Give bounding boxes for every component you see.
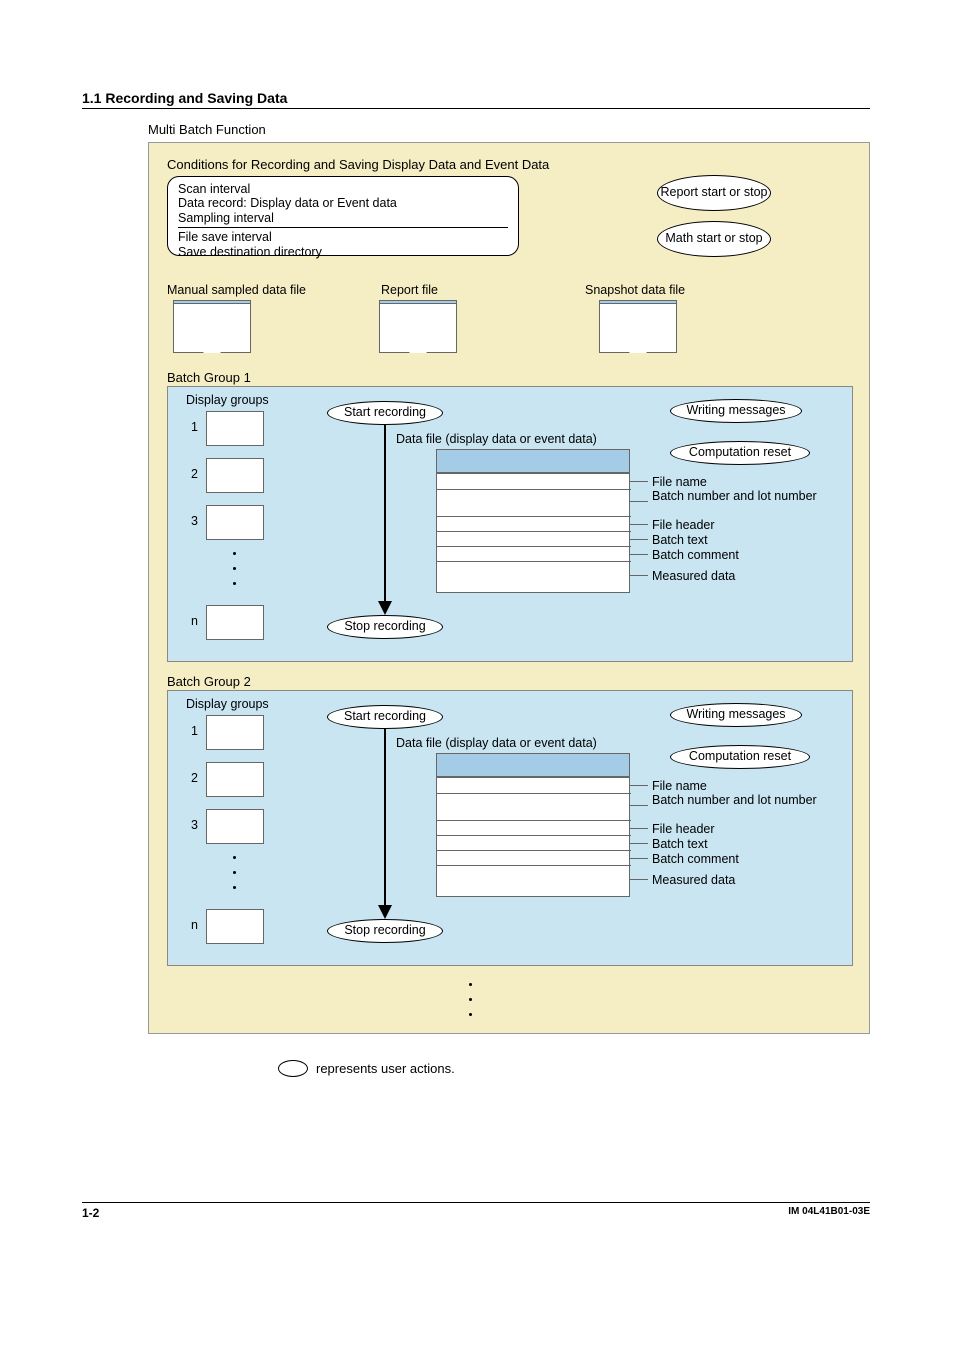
display-group-box <box>206 909 264 944</box>
divider <box>178 227 508 228</box>
file-item: Batch comment <box>652 852 739 866</box>
ellipse-start: Start recording <box>327 401 443 425</box>
dot <box>233 567 236 570</box>
arrow-head-icon <box>378 601 392 615</box>
display-group-box <box>206 411 264 446</box>
display-group-box <box>206 505 264 540</box>
file-manual-label: Manual sampled data file <box>167 283 306 297</box>
file-item: Measured data <box>652 873 735 887</box>
cond-l1: Scan interval <box>178 182 508 196</box>
dg-num: 3 <box>186 514 198 528</box>
ellipse-stop: Stop recording <box>327 615 443 639</box>
dot <box>233 886 236 889</box>
ellipse-report: Report start or stop <box>657 175 771 211</box>
data-file-label: Data file (display data or event data) <box>396 736 597 750</box>
conditions-box: Scan interval Data record: Display data … <box>167 176 519 256</box>
display-groups-label: Display groups <box>186 393 269 407</box>
file-report-label: Report file <box>381 283 438 297</box>
doc-id: IM 04L41B01-03E <box>788 1206 870 1220</box>
file-item: Batch text <box>652 533 708 547</box>
dot <box>233 871 236 874</box>
ellipse-writing: Writing messages <box>670 399 802 423</box>
dg-num: 1 <box>186 420 198 434</box>
file-item: File header <box>652 518 715 532</box>
dot <box>469 983 472 986</box>
file-item: Batch comment <box>652 548 739 562</box>
dot <box>233 552 236 555</box>
cond-l2: Data record: Display data or Event data <box>178 196 508 210</box>
ellipse-comp: Computation reset <box>670 745 810 769</box>
conditions-title: Conditions for Recording and Saving Disp… <box>167 157 549 172</box>
diagram-outer: Conditions for Recording and Saving Disp… <box>148 142 870 1034</box>
datafile-banner <box>436 449 630 473</box>
ellipse-stop: Stop recording <box>327 919 443 943</box>
arrow-head-icon <box>378 905 392 919</box>
dg-num: 1 <box>186 724 198 738</box>
ellipse-writing: Writing messages <box>670 703 802 727</box>
data-file-label: Data file (display data or event data) <box>396 432 597 446</box>
file-item: Measured data <box>652 569 735 583</box>
file-notch <box>409 343 427 353</box>
dot <box>233 582 236 585</box>
dot <box>469 1013 472 1016</box>
file-item: Batch number and lot number <box>652 793 817 807</box>
batch-group-title: Batch Group 2 <box>167 674 251 689</box>
display-group-box <box>206 809 264 844</box>
legend: represents user actions. <box>278 1060 455 1077</box>
cond-l4: File save interval <box>178 230 508 244</box>
file-item: Batch text <box>652 837 708 851</box>
ellipse-start: Start recording <box>327 705 443 729</box>
display-group-box <box>206 715 264 750</box>
file-notch <box>629 343 647 353</box>
ellipse-math: Math start or stop <box>657 221 771 257</box>
multi-batch-label: Multi Batch Function <box>148 122 266 137</box>
section-header: 1.1 Recording and Saving Data <box>82 90 870 109</box>
datafile-body <box>436 777 630 897</box>
legend-text: represents user actions. <box>316 1061 455 1076</box>
batch-group-title: Batch Group 1 <box>167 370 251 385</box>
page-footer: 1-2 IM 04L41B01-03E <box>82 1202 870 1220</box>
dg-num: 3 <box>186 818 198 832</box>
dg-num: 2 <box>186 771 198 785</box>
file-notch <box>203 343 221 353</box>
datafile-body <box>436 473 630 593</box>
arrow-line <box>384 729 386 907</box>
dot <box>469 998 472 1001</box>
file-snapshot-label: Snapshot data file <box>585 283 685 297</box>
display-group-box <box>206 762 264 797</box>
arrow-line <box>384 425 386 603</box>
file-item: Batch number and lot number <box>652 489 817 503</box>
cond-l5: Save destination directory <box>178 245 508 259</box>
page-number: 1-2 <box>82 1206 99 1220</box>
cond-l3: Sampling interval <box>178 211 508 225</box>
dot <box>233 856 236 859</box>
file-item: File header <box>652 822 715 836</box>
dg-num: 2 <box>186 467 198 481</box>
file-item: File name <box>652 475 707 489</box>
datafile-banner <box>436 753 630 777</box>
batch-group-box: Display groups 1 2 3 n Start recording S… <box>167 386 853 662</box>
dg-num: n <box>186 918 198 932</box>
display-groups-label: Display groups <box>186 697 269 711</box>
dg-num: n <box>186 614 198 628</box>
batch-group-box: Display groups 1 2 3 n Start recording S… <box>167 690 853 966</box>
display-group-box <box>206 605 264 640</box>
file-item: File name <box>652 779 707 793</box>
ellipse-comp: Computation reset <box>670 441 810 465</box>
ellipse-icon <box>278 1060 308 1077</box>
display-group-box <box>206 458 264 493</box>
